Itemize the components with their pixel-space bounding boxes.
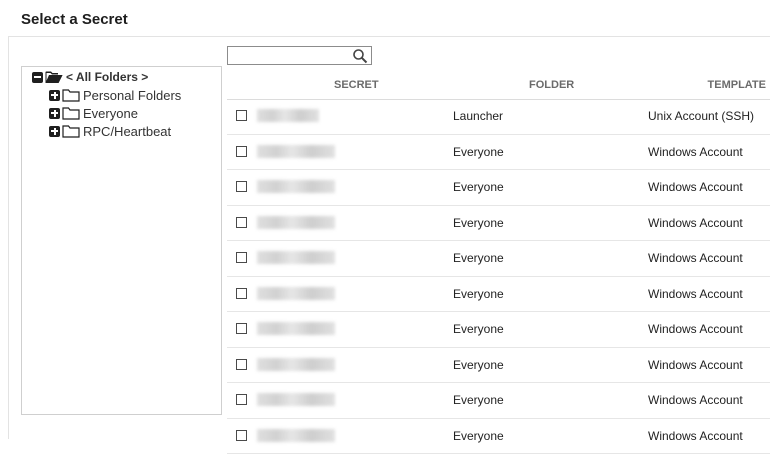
secret-name-redacted[interactable] [257,393,335,406]
secret-name-redacted[interactable] [257,180,335,193]
folder-icon [62,88,80,102]
row-checkbox[interactable] [236,252,247,263]
folder-cell: Everyone [453,429,504,443]
search-box [227,46,372,65]
column-header-folder[interactable]: FOLDER [529,79,574,91]
tree-item-rpc-heartbeat[interactable]: RPC/Heartbeat [49,122,171,140]
template-cell: Windows Account [648,216,743,230]
table-row[interactable]: Everyone Windows Account [227,206,770,242]
row-checkbox[interactable] [236,323,247,334]
search-icon[interactable] [352,48,368,64]
folder-icon [62,124,80,138]
table-row[interactable]: Everyone Windows Account [227,241,770,277]
minus-box-icon[interactable] [32,72,43,83]
secret-name-redacted[interactable] [257,358,335,371]
column-header-secret[interactable]: SECRET [334,79,379,91]
folder-icon [62,106,80,120]
tree-item-everyone[interactable]: Everyone [49,104,138,122]
table-row[interactable]: Everyone Windows Account [227,135,770,171]
plus-box-icon[interactable] [49,90,60,101]
folder-cell: Everyone [453,287,504,301]
table-row[interactable]: Everyone Windows Account [227,383,770,419]
tree-item-label: RPC/Heartbeat [83,124,171,139]
table-header: SECRET FOLDER TEMPLATE [227,69,770,100]
row-checkbox[interactable] [236,359,247,370]
template-cell: Unix Account (SSH) [648,109,754,123]
secret-name-redacted[interactable] [257,109,319,122]
folder-open-icon [45,70,63,84]
secret-name-redacted[interactable] [257,251,335,264]
row-checkbox[interactable] [236,181,247,192]
table-row[interactable]: Everyone Windows Account [227,312,770,348]
tree-item-all-folders[interactable]: < All Folders > [32,68,148,86]
folder-cell: Everyone [453,358,504,372]
folder-cell: Everyone [453,393,504,407]
tree-item-label: < All Folders > [66,70,148,84]
secret-name-redacted[interactable] [257,429,335,442]
row-checkbox[interactable] [236,217,247,228]
table-row[interactable]: Launcher Unix Account (SSH) [227,99,770,135]
table-row[interactable]: Everyone Windows Account [227,170,770,206]
tree-item-label: Personal Folders [83,88,181,103]
secret-name-redacted[interactable] [257,287,335,300]
column-header-template[interactable]: TEMPLATE [708,79,766,91]
tree-item-personal-folders[interactable]: Personal Folders [49,86,181,104]
template-cell: Windows Account [648,358,743,372]
divider [8,36,9,439]
row-checkbox[interactable] [236,146,247,157]
row-checkbox[interactable] [236,394,247,405]
plus-box-icon[interactable] [49,108,60,119]
template-cell: Windows Account [648,180,743,194]
folder-cell: Everyone [453,180,504,194]
folder-cell: Everyone [453,322,504,336]
template-cell: Windows Account [648,145,743,159]
search-input[interactable] [228,48,356,65]
secret-name-redacted[interactable] [257,216,335,229]
table-row[interactable]: Everyone Windows Account [227,419,770,454]
folder-cell: Everyone [453,145,504,159]
plus-box-icon[interactable] [49,126,60,137]
table-body: Launcher Unix Account (SSH) Everyone Window… [227,99,770,454]
template-cell: Windows Account [648,429,743,443]
secret-name-redacted[interactable] [257,322,335,335]
divider [8,36,770,37]
template-cell: Windows Account [648,251,743,265]
tree-item-label: Everyone [83,106,138,121]
template-cell: Windows Account [648,322,743,336]
page-title: Select a Secret [21,11,128,28]
table-row[interactable]: Everyone Windows Account [227,348,770,384]
folder-tree: < All Folders > Personal Folders Everyon… [21,66,222,415]
table-row[interactable]: Everyone Windows Account [227,277,770,313]
row-checkbox[interactable] [236,110,247,121]
secrets-table: SECRET FOLDER TEMPLATE Launcher Unix Acco… [227,69,770,439]
folder-cell: Everyone [453,251,504,265]
row-checkbox[interactable] [236,288,247,299]
folder-cell: Everyone [453,216,504,230]
template-cell: Windows Account [648,393,743,407]
folder-cell: Launcher [453,109,503,123]
template-cell: Windows Account [648,287,743,301]
secret-name-redacted[interactable] [257,145,335,158]
